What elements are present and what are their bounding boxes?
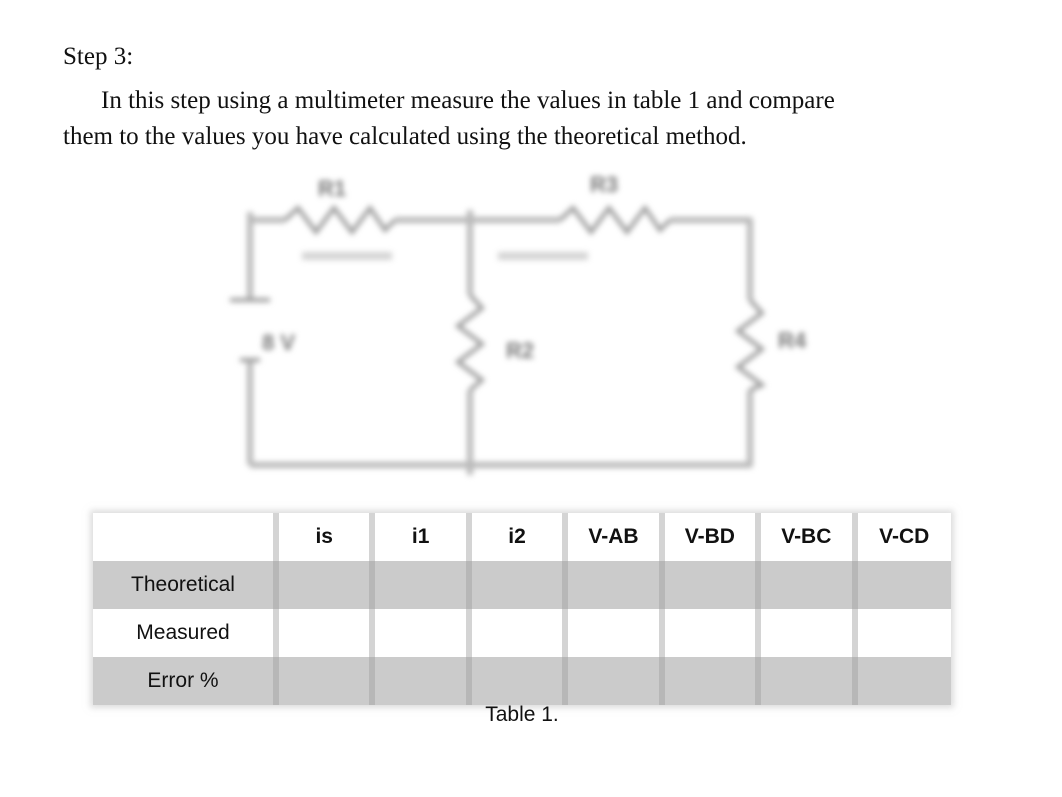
table-cell[interactable] xyxy=(851,561,951,609)
table-cell[interactable] xyxy=(658,657,759,705)
table-cell[interactable] xyxy=(851,657,951,705)
circuit-diagram: R1 R3 R2 R4 8 V xyxy=(210,160,830,490)
table-cell[interactable] xyxy=(465,657,566,705)
resistor-r4 xyxy=(734,298,766,392)
table-row: Measured xyxy=(93,609,951,657)
table-row: Theoretical xyxy=(93,561,951,609)
table-header-cell: V-BC xyxy=(755,513,855,561)
instruction-paragraph: In this step using a multimeter measure … xyxy=(63,83,993,155)
table-cell[interactable] xyxy=(755,609,855,657)
resistor-label-r2: R2 xyxy=(506,338,534,363)
circuit-svg: R1 R3 R2 R4 8 V xyxy=(230,172,807,475)
table-header-row: is i1 i2 V-AB V-BD V-BC V-CD xyxy=(93,513,951,561)
table-cell[interactable] xyxy=(465,609,566,657)
table-header-cell xyxy=(93,513,276,561)
paragraph-line-1: In this step using a multimeter measure … xyxy=(101,87,835,114)
row-label: Theoretical xyxy=(93,561,276,609)
table-header-cell: V-CD xyxy=(851,513,951,561)
resistor-label-r4: R4 xyxy=(778,328,807,353)
step-heading: Step 3: xyxy=(63,43,134,70)
table-header-cell: is xyxy=(272,513,373,561)
table-cell[interactable] xyxy=(369,561,469,609)
resistor-r1 xyxy=(283,204,397,236)
measurement-table-container: is i1 i2 V-AB V-BD V-BC V-CD Theoretical xyxy=(93,513,951,726)
row-label: Error % xyxy=(93,657,276,705)
table-cell[interactable] xyxy=(369,657,469,705)
table-cell[interactable] xyxy=(658,609,759,657)
table-cell[interactable] xyxy=(562,561,662,609)
source-voltage-label: 8 V xyxy=(262,330,295,355)
table-header-cell: i1 xyxy=(369,513,469,561)
resistor-r2 xyxy=(454,293,486,392)
resistor-label-r1: R1 xyxy=(318,176,346,201)
table-cell[interactable] xyxy=(465,561,566,609)
resistor-label-r3: R3 xyxy=(590,172,618,197)
table-cell[interactable] xyxy=(272,657,373,705)
wire-bottom xyxy=(250,390,753,468)
annotation-bar xyxy=(498,252,588,260)
table-row: Error % xyxy=(93,657,951,705)
table-cell[interactable] xyxy=(658,561,759,609)
table-caption: Table 1. xyxy=(485,703,559,726)
resistor-r3 xyxy=(558,204,672,236)
table-header-cell: V-BD xyxy=(658,513,759,561)
table-cell[interactable] xyxy=(369,609,469,657)
table-cell[interactable] xyxy=(755,561,855,609)
table-cell[interactable] xyxy=(562,609,662,657)
table-cell[interactable] xyxy=(562,657,662,705)
table-header-cell: V-AB xyxy=(562,513,662,561)
annotation-bar xyxy=(302,252,392,260)
table-cell[interactable] xyxy=(272,609,373,657)
table-header-cell: i2 xyxy=(465,513,566,561)
table-cell[interactable] xyxy=(272,561,373,609)
table-cell[interactable] xyxy=(851,609,951,657)
paragraph-line-2: them to the values you have calculated u… xyxy=(63,123,747,150)
measurement-table: is i1 i2 V-AB V-BD V-BC V-CD Theoretical xyxy=(93,513,951,705)
row-label: Measured xyxy=(93,609,276,657)
table-cell[interactable] xyxy=(755,657,855,705)
wire-top-right xyxy=(670,217,753,300)
